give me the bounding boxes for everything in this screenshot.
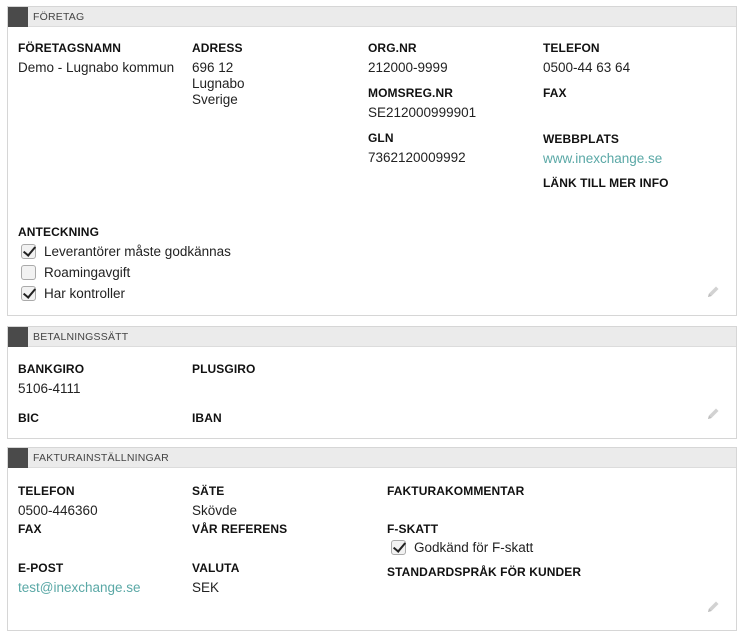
checkbox-ftax-approved[interactable]: Godkänd för F-skatt xyxy=(391,540,533,555)
email-link[interactable]: test@inexchange.se xyxy=(18,580,141,595)
edit-pencil-icon[interactable] xyxy=(705,599,721,615)
address-line-city: Lugnabo xyxy=(192,76,245,91)
address-line-country: Sverige xyxy=(192,92,238,107)
fax-label: Fax xyxy=(543,86,567,100)
phone-value: 0500-44 63 64 xyxy=(543,60,631,75)
website-link[interactable]: www.inexchange.se xyxy=(543,151,662,166)
invoice-comment-label: Fakturakommentar xyxy=(387,484,525,498)
checkbox-unchecked[interactable] xyxy=(21,265,36,280)
invoice-panel: Fakturainställningar Telefon 0500-446360… xyxy=(7,447,737,631)
address-value: 696 12 Lugnabo Sverige xyxy=(192,60,245,108)
vat-value: SE212000999901 xyxy=(368,105,477,120)
invoice-panel-header: Fakturainställningar xyxy=(8,447,736,468)
seat-value: Skövde xyxy=(192,503,238,518)
checkbox-checked[interactable] xyxy=(21,244,36,259)
seat-label: Säte xyxy=(192,484,225,498)
note-label: Anteckning xyxy=(18,225,99,239)
vat-label: Momsreg.nr xyxy=(368,86,453,100)
company-name-label: Företagsnamn xyxy=(18,41,121,55)
bankgiro-label: Bankgiro xyxy=(18,362,85,376)
orgnr-label: Org.nr xyxy=(368,41,417,55)
edit-pencil-icon[interactable] xyxy=(705,284,721,300)
plusgiro-label: Plusgiro xyxy=(192,362,256,376)
gln-value: 7362120009992 xyxy=(368,150,466,165)
payment-panel-header: Betalningssätt xyxy=(8,326,736,347)
payment-panel: Betalningssätt Bankgiro 5106-4111 Plusgi… xyxy=(7,326,737,439)
checkbox-supplier-approval[interactable]: Leverantörer måste godkännas xyxy=(21,244,231,259)
edit-pencil-icon[interactable] xyxy=(705,406,721,422)
invoice-panel-title: Fakturainställningar xyxy=(33,451,169,464)
ftax-label: F-skatt xyxy=(387,522,439,536)
invoice-fax-label: Fax xyxy=(18,522,42,536)
invoice-phone-value: 0500-446360 xyxy=(18,503,98,518)
checkbox-has-controls[interactable]: Har kontroller xyxy=(21,286,125,301)
invoice-phone-label: Telefon xyxy=(18,484,75,498)
company-panel-header: Företag xyxy=(8,6,736,27)
address-line-postal: 696 12 xyxy=(192,60,234,75)
gln-label: GLN xyxy=(368,131,394,145)
reference-label: Vår referens xyxy=(192,522,288,536)
checkbox-has-controls-label: Har kontroller xyxy=(44,286,126,301)
bankgiro-value: 5106-4111 xyxy=(18,381,81,396)
bic-label: BIC xyxy=(18,411,39,425)
company-panel: Företag Företagsnamn Demo - Lugnabo komm… xyxy=(7,6,737,316)
company-panel-title: Företag xyxy=(33,10,85,23)
header-marker xyxy=(8,326,28,347)
checkbox-roaming-fee[interactable]: Roamingavgift xyxy=(21,265,130,280)
checkbox-supplier-approval-label: Leverantörer måste godkännas xyxy=(44,244,231,259)
payment-panel-title: Betalningssätt xyxy=(33,330,129,343)
checkbox-roaming-fee-label: Roamingavgift xyxy=(44,265,131,280)
iban-label: IBAN xyxy=(192,411,222,425)
more-info-label: Länk till mer info xyxy=(543,176,669,190)
checkbox-ftax-approved-label: Godkänd för F-skatt xyxy=(414,540,534,555)
website-label: Webbplats xyxy=(543,132,620,146)
company-name-value: Demo - Lugnabo kommun xyxy=(18,60,175,75)
email-label: E-post xyxy=(18,561,64,575)
checkbox-checked[interactable] xyxy=(21,286,36,301)
default-language-label: Standardspråk för kunder xyxy=(387,565,582,579)
header-marker xyxy=(8,6,28,27)
checkbox-checked[interactable] xyxy=(391,540,406,555)
address-label: Adress xyxy=(192,41,243,55)
header-marker xyxy=(8,447,28,468)
currency-value: SEK xyxy=(192,580,220,595)
phone-label: Telefon xyxy=(543,41,600,55)
currency-label: Valuta xyxy=(192,561,240,575)
orgnr-value: 212000-9999 xyxy=(368,60,448,75)
